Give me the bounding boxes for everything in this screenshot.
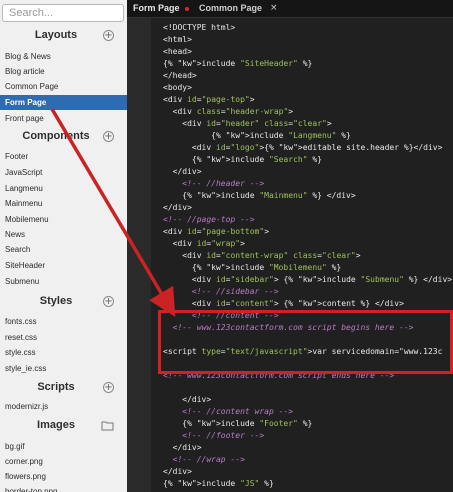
sidebar-item[interactable]: Blog article xyxy=(0,64,127,79)
code-area[interactable]: 1<!DOCTYPE html>2<html>3<head>4{% "kw">i… xyxy=(151,18,453,492)
section-title: Styles xyxy=(39,295,73,307)
sidebar-item[interactable]: JavaScript xyxy=(0,165,127,180)
sidebar-item[interactable]: Langmenu xyxy=(0,181,127,196)
code-line: <!-- //footer --> xyxy=(163,431,265,440)
code-line: </div> xyxy=(172,443,202,452)
sidebar-item[interactable]: Form Page xyxy=(0,95,127,110)
section-title: Layouts xyxy=(34,29,78,41)
code-line: <!-- //page-top --> xyxy=(163,215,255,224)
code-line: <!-- //content --> xyxy=(163,311,279,320)
code-line: {% "kw">include "Footer" %} xyxy=(163,419,313,428)
section-title: Components xyxy=(22,130,90,142)
code-line: <div id="page-bottom"> xyxy=(163,227,270,236)
code-line: <div id="content-wrap" class="clear"> xyxy=(182,251,361,260)
code-line: <div id="wrap"> xyxy=(172,239,245,248)
line-number-gutter xyxy=(127,18,151,492)
code-line: <div id="page-top"> xyxy=(163,95,255,104)
code-line: <body> xyxy=(163,83,192,92)
code-line: <div id="header" class="clear"> xyxy=(182,119,332,128)
tab-label: Common Page xyxy=(199,3,263,13)
sidebar-item[interactable]: Mainmenu xyxy=(0,196,127,211)
sidebar-item[interactable]: flowers.png xyxy=(0,469,127,484)
sidebar-item[interactable]: Mobilemenu xyxy=(0,212,127,227)
sidebar-item[interactable]: Submenu xyxy=(0,274,127,289)
code-line: {% "kw">include "Mainmenu" %} </div> xyxy=(163,191,356,200)
folder-icon[interactable] xyxy=(101,420,114,431)
code-line: <html> xyxy=(163,35,192,44)
code-line: {% "kw">include "Mobilemenu" %} xyxy=(163,263,342,272)
code-line: </head> xyxy=(163,71,197,80)
tab-label: Form Page xyxy=(133,3,180,13)
add-icon[interactable]: + xyxy=(103,382,114,393)
modified-dot-icon xyxy=(185,7,189,11)
code-line: <div id="content"> {% "kw">content %} </… xyxy=(191,299,404,308)
add-icon[interactable]: + xyxy=(103,296,114,307)
code-line: {% "kw">include "SiteHeader" %} xyxy=(163,59,313,68)
sidebar-item[interactable]: Search xyxy=(0,242,127,257)
sidebar-item[interactable]: Common Page xyxy=(0,79,127,94)
code-line: <div id="logo">{% "kw">editable site.hea… xyxy=(191,143,443,152)
sidebar-item[interactable]: Footer xyxy=(0,149,127,164)
sidebar-item[interactable]: Blog & News xyxy=(0,49,127,64)
code-line: <!-- //content wrap --> xyxy=(163,407,294,416)
code-line: <!-- www.123contactform.com script begin… xyxy=(163,323,414,332)
code-line: {% "kw">include "JS" %} xyxy=(163,479,274,488)
section-header: Scripts + xyxy=(0,380,127,398)
search-input[interactable] xyxy=(2,4,124,22)
add-icon[interactable]: + xyxy=(103,131,114,142)
code-line: {% "kw">include "Langmenu" %} xyxy=(163,131,351,140)
code-line: </div> xyxy=(163,203,192,212)
sidebar-item[interactable]: Front page xyxy=(0,111,127,126)
sidebar-item[interactable]: bg.gif xyxy=(0,439,127,454)
code-line: <script type="text/javascript">var servi… xyxy=(163,347,443,356)
sidebar-item[interactable]: SiteHeader xyxy=(0,258,127,273)
section-header: Layouts + xyxy=(0,28,127,46)
section-header: Components + xyxy=(0,129,127,147)
section-header: Images xyxy=(0,418,127,436)
code-editor: Form Page Common Page × 1<!DOCTYPE html>… xyxy=(127,0,453,492)
section-header: Styles + xyxy=(0,294,127,312)
code-line: </div> xyxy=(172,167,202,176)
code-line: <!DOCTYPE html> xyxy=(163,23,236,32)
code-line: <!-- //sidebar --> xyxy=(163,287,279,296)
code-line: <head> xyxy=(163,47,192,56)
code-line: <!-- //header --> xyxy=(163,179,265,188)
add-icon[interactable]: + xyxy=(103,30,114,41)
code-line: <!-- //wrap --> xyxy=(163,455,245,464)
sidebar-item[interactable]: News xyxy=(0,227,127,242)
code-line: {% "kw">include "Search" %} xyxy=(163,155,322,164)
app-window: Layouts+Blog & NewsBlog articleCommon Pa… xyxy=(0,0,453,492)
code-line: <!-- www.123contactform.com script ends … xyxy=(163,371,395,380)
sidebar-item[interactable]: style.css xyxy=(0,345,127,360)
sidebar-item[interactable]: border-top.png xyxy=(0,484,127,492)
close-icon[interactable]: × xyxy=(270,0,278,17)
code-line: <div class="header-wrap"> xyxy=(172,107,294,116)
sidebar-item[interactable]: reset.css xyxy=(0,330,127,345)
sidebar-item[interactable]: fonts.css xyxy=(0,314,127,329)
code-line: </div> xyxy=(182,395,212,404)
tab-form-page[interactable]: Form Page xyxy=(133,0,193,17)
section-title: Images xyxy=(37,419,75,431)
sidebar-item[interactable]: style_ie.css xyxy=(0,361,127,376)
tab-bar: Form Page Common Page × xyxy=(127,0,453,18)
sidebar-item[interactable]: corner.png xyxy=(0,454,127,469)
tab-common-page[interactable]: Common Page xyxy=(199,0,279,17)
sidebar-item[interactable]: modernizr.js xyxy=(0,399,127,414)
section-title: Scripts xyxy=(37,381,75,393)
code-line: <div id="sidebar"> {% "kw">include "Subm… xyxy=(191,275,453,284)
code-line: </div> xyxy=(163,467,192,476)
sidebar: Layouts + Blog & NewsBlog articleCommon Pa… xyxy=(0,0,128,492)
